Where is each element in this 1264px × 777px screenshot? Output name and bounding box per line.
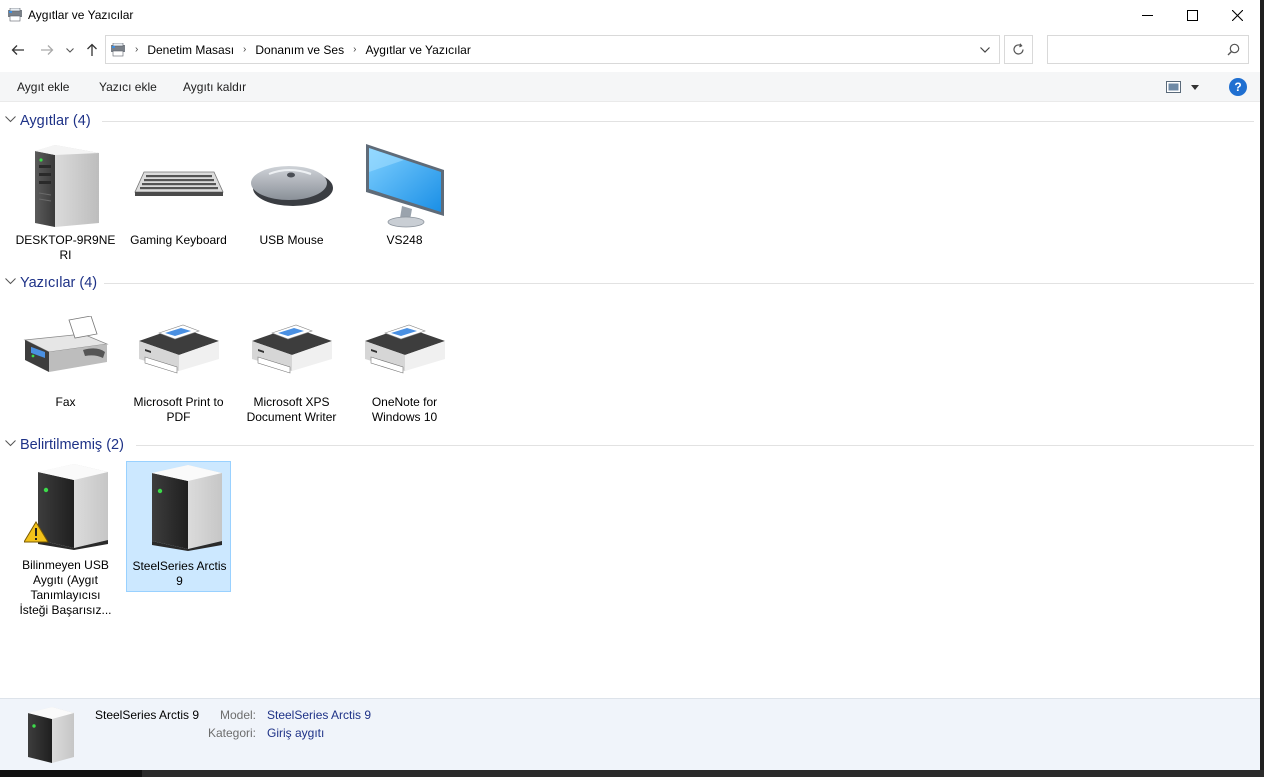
- group-label: Yazıcılar (4): [20, 275, 98, 291]
- arrow-up-icon: [87, 43, 97, 56]
- details-model-key: Model:: [219, 708, 256, 722]
- address-bar[interactable]: › Denetim Masası › Donanım ve Ses › Aygı…: [105, 35, 1000, 64]
- device-label: Gaming Keyboard: [130, 233, 227, 247]
- group-label: Belirtilmemiş (2): [20, 437, 124, 453]
- breadcrumb-hardware-sound[interactable]: Donanım ve Ses: [255, 43, 344, 57]
- arrow-right-icon: [41, 45, 54, 55]
- remove-device-button[interactable]: Aygıtı kaldır: [183, 80, 246, 94]
- title-bar: Aygıtlar ve Yazıcılar: [0, 0, 1260, 30]
- device-label: SteelSeries Arctis 9: [132, 559, 227, 588]
- minimize-icon: [1141, 14, 1153, 16]
- unspecified-device-item-selected[interactable]: SteelSeries Arctis 9: [126, 461, 231, 592]
- device-item[interactable]: DESKTOP-9R9NE RI: [13, 141, 118, 262]
- devices-printers-icon: [8, 8, 22, 22]
- printer-item[interactable]: Fax: [13, 303, 118, 423]
- device-label: Bilinmeyen USB Aygıtı (Aygıt Tanımlayıcı…: [19, 558, 112, 617]
- desktop-edge: [1260, 0, 1264, 770]
- details-pane: SteelSeries Arctis 9 Model: SteelSeries …: [0, 698, 1260, 770]
- search-icon: [1227, 43, 1240, 56]
- group-divider: [104, 283, 1254, 284]
- devices-and-printers-window: Aygıtlar ve Yazıcılar › Denetim Masası ›…: [0, 0, 1260, 770]
- maximize-icon: [1186, 9, 1198, 21]
- command-bar: Aygıt ekle Yazıcı ekle Aygıtı kaldır ?: [0, 72, 1260, 102]
- device-label: DESKTOP-9R9NE RI: [15, 233, 116, 262]
- device-item[interactable]: VS248: [352, 141, 457, 261]
- view-icon: [1166, 81, 1181, 93]
- printer-icon: [251, 324, 332, 374]
- printer-label: Microsoft Print to PDF: [133, 395, 224, 424]
- monitor-icon: [365, 144, 444, 228]
- printer-item[interactable]: Microsoft Print to PDF: [126, 303, 231, 424]
- view-options-button[interactable]: [1166, 78, 1206, 96]
- details-category-key: Kategori:: [207, 726, 256, 740]
- device-label: VS248: [386, 233, 423, 247]
- chevron-down-icon: [5, 440, 16, 447]
- chevron-down-icon: [5, 278, 16, 285]
- group-header-unspecified[interactable]: Belirtilmemiş (2): [0, 435, 1254, 457]
- refresh-button[interactable]: [1004, 35, 1033, 64]
- chevron-right-icon: ›: [243, 44, 247, 55]
- help-icon: ?: [1234, 80, 1242, 94]
- chevron-down-icon: [1191, 84, 1199, 90]
- printer-icon: [364, 324, 445, 374]
- chevron-right-icon: ›: [135, 44, 139, 55]
- details-category-value: Giriş aygıtı: [267, 726, 325, 740]
- group-divider: [102, 121, 1254, 122]
- generic-device-icon: [151, 465, 222, 551]
- details-model-value: SteelSeries Arctis 9: [267, 708, 372, 722]
- device-item[interactable]: Gaming Keyboard: [126, 141, 231, 261]
- chevron-down-icon: [5, 116, 16, 123]
- add-printer-button[interactable]: Yazıcı ekle: [99, 80, 157, 94]
- device-item[interactable]: USB Mouse: [239, 141, 344, 261]
- breadcrumb-devices-printers[interactable]: Aygıtlar ve Yazıcılar: [365, 43, 470, 57]
- breadcrumb-control-panel[interactable]: Denetim Masası: [147, 43, 234, 57]
- help-button[interactable]: ?: [1229, 78, 1247, 96]
- generic-device-icon: [28, 707, 74, 763]
- computer-tower-icon: [34, 145, 99, 227]
- printer-label: OneNote for Windows 10: [371, 395, 438, 424]
- window-title: Aygıtlar ve Yazıcılar: [28, 8, 134, 22]
- keyboard-icon: [133, 171, 224, 196]
- items-view: Aygıtlar (4) DESKTOP-9R9NE RI Gaming Key…: [0, 103, 1260, 697]
- up-button[interactable]: [81, 34, 103, 66]
- back-button[interactable]: [7, 34, 29, 66]
- device-label: USB Mouse: [259, 233, 324, 247]
- generic-device-warning-icon: [23, 464, 108, 550]
- forward-button[interactable]: [36, 34, 58, 66]
- breadcrumb: › Denetim Masası › Donanım ve Ses › Aygı…: [126, 43, 471, 57]
- devices-printers-icon: [111, 42, 125, 56]
- search-input[interactable]: [1048, 36, 1218, 63]
- recent-locations-button[interactable]: [60, 34, 80, 66]
- printer-item[interactable]: Microsoft XPS Document Writer: [239, 303, 344, 424]
- printer-icon: [138, 324, 219, 374]
- address-dropdown-button[interactable]: [971, 36, 999, 63]
- printer-label: Fax: [55, 395, 76, 409]
- taskbar-edge: [0, 770, 1264, 777]
- group-header-printers[interactable]: Yazıcılar (4): [0, 273, 1254, 295]
- add-device-button[interactable]: Aygıt ekle: [17, 80, 69, 94]
- chevron-right-icon: ›: [353, 44, 357, 55]
- chevron-down-icon: [66, 47, 74, 53]
- search-box[interactable]: [1047, 35, 1249, 64]
- chevron-down-icon: [980, 46, 990, 53]
- navigation-row: › Denetim Masası › Donanım ve Ses › Aygı…: [0, 34, 1260, 66]
- group-label: Aygıtlar (4): [20, 113, 91, 129]
- close-icon: [1231, 9, 1243, 21]
- mouse-icon: [250, 166, 333, 206]
- printer-item[interactable]: OneNote for Windows 10: [352, 303, 457, 424]
- minimize-button[interactable]: [1124, 0, 1170, 30]
- group-divider: [136, 445, 1254, 446]
- group-header-devices[interactable]: Aygıtlar (4): [0, 111, 1254, 133]
- close-button[interactable]: [1214, 0, 1260, 30]
- fax-icon: [23, 316, 109, 372]
- maximize-button[interactable]: [1169, 0, 1215, 30]
- unspecified-device-item[interactable]: Bilinmeyen USB Aygıtı (Aygıt Tanımlayıcı…: [13, 461, 118, 621]
- printer-label: Microsoft XPS Document Writer: [246, 395, 337, 424]
- arrow-left-icon: [11, 45, 24, 55]
- refresh-icon: [1013, 43, 1024, 55]
